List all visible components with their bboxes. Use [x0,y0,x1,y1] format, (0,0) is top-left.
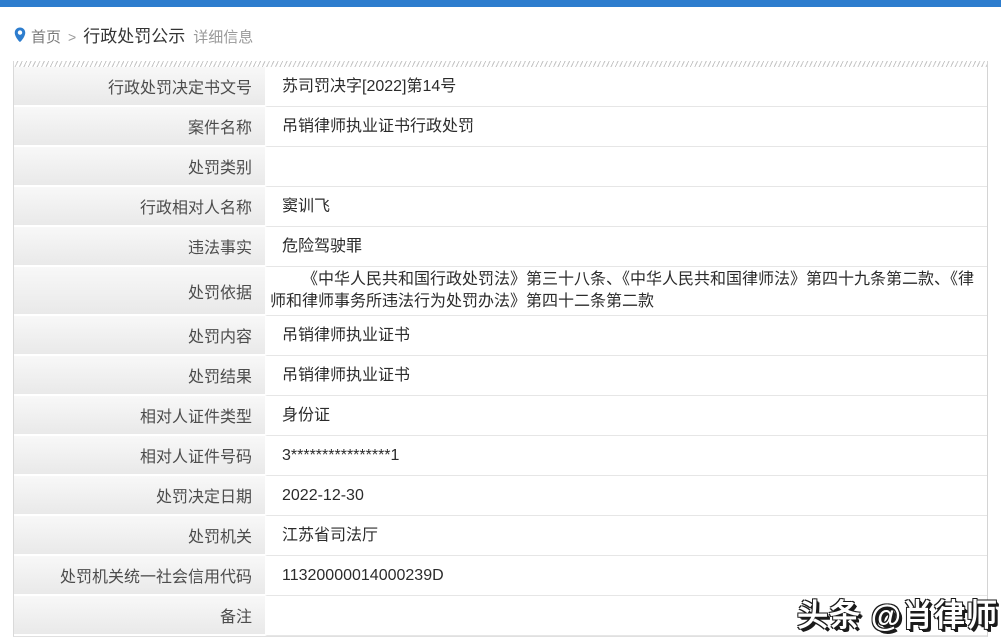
row-value-text: 身份证 [282,406,331,424]
row-value: 吊销律师执业证书 [265,316,987,356]
row-value: 窦训飞 [265,187,987,227]
table-row: 案件名称 吊销律师执业证书行政处罚 [14,107,987,147]
row-label: 案件名称 [14,107,265,147]
row-value-text: 苏司罚决字[2022]第14号 [282,77,457,95]
row-label: 处罚内容 [14,316,265,356]
table-row: 处罚结果 吊销律师执业证书 [14,356,987,396]
breadcrumb: 首页 > 行政处罚公示 详细信息 [14,22,1001,47]
table-row: 处罚机关 江苏省司法厅 [14,516,987,556]
row-label: 处罚依据 [14,267,265,316]
row-value: 吊销律师执业证书 [265,356,987,396]
row-label: 处罚类别 [14,147,265,187]
row-label: 相对人证件号码 [14,436,265,476]
breadcrumb-home-link[interactable]: 首页 [31,26,61,47]
row-value: 吊销律师执业证书行政处罚 [265,107,987,147]
table-row: 相对人证件号码 3****************1 [14,436,987,476]
row-label: 行政相对人名称 [14,187,265,227]
row-value-text: 江苏省司法厅 [282,526,379,544]
breadcrumb-detail-label: 详细信息 [193,29,254,46]
table-row: 违法事实 危险驾驶罪 [14,227,987,267]
row-value-text: 窦训飞 [282,197,331,215]
row-label: 相对人证件类型 [14,396,265,436]
row-label: 处罚决定日期 [14,476,265,516]
row-value: 《中华人民共和国行政处罚法》第三十八条、《中华人民共和国律师法》第四十九条第二款… [265,267,987,316]
row-value-text: 危险驾驶罪 [282,237,363,255]
row-label: 行政处罚决定书文号 [14,67,265,107]
row-value-text: 《中华人民共和国行政处罚法》第三十八条、《中华人民共和国律师法》第四十九条第二款… [270,271,975,310]
table-row: 处罚依据 《中华人民共和国行政处罚法》第三十八条、《中华人民共和国律师法》第四十九… [14,267,987,316]
table-row: 相对人证件类型 身份证 [14,396,987,436]
row-value [265,147,987,187]
row-value: 3****************1 [265,436,987,476]
row-value-text: 11320000014000239D [282,566,444,584]
row-label: 处罚结果 [14,356,265,396]
row-label: 备注 [14,596,265,636]
row-label: 处罚机关 [14,516,265,556]
table-row: 处罚内容 吊销律师执业证书 [14,316,987,356]
detail-table: 行政处罚决定书文号 苏司罚决字[2022]第14号 案件名称 吊销律师执业证书行政处罚… [13,61,988,637]
row-value: 苏司罚决字[2022]第14号 [265,67,987,107]
row-value-text: 吊销律师执业证书 [282,326,411,344]
row-label: 违法事实 [14,227,265,267]
breadcrumb-section-link[interactable]: 行政处罚公示 [83,22,185,47]
table-row: 行政处罚决定书文号 苏司罚决字[2022]第14号 [14,67,987,107]
row-value: 危险驾驶罪 [265,227,987,267]
top-accent-bar [0,0,1001,7]
row-value: 江苏省司法厅 [265,516,987,556]
row-value-text: 3****************1 [282,446,400,464]
row-value-text: 吊销律师执业证书行政处罚 [282,117,475,135]
row-value-text: 吊销律师执业证书 [282,366,411,384]
breadcrumb-separator: > [68,29,77,45]
watermark: 头条 @肖律师 [797,598,998,633]
table-row: 处罚决定日期 2022-12-30 [14,476,987,516]
row-label: 处罚机关统一社会信用代码 [14,556,265,596]
row-value-text: 2022-12-30 [282,486,364,504]
row-value: 身份证 [265,396,987,436]
table-row: 处罚类别 [14,147,987,187]
row-value: 2022-12-30 [265,476,987,516]
table-row: 行政相对人名称 窦训飞 [14,187,987,227]
location-pin-icon [14,27,26,43]
